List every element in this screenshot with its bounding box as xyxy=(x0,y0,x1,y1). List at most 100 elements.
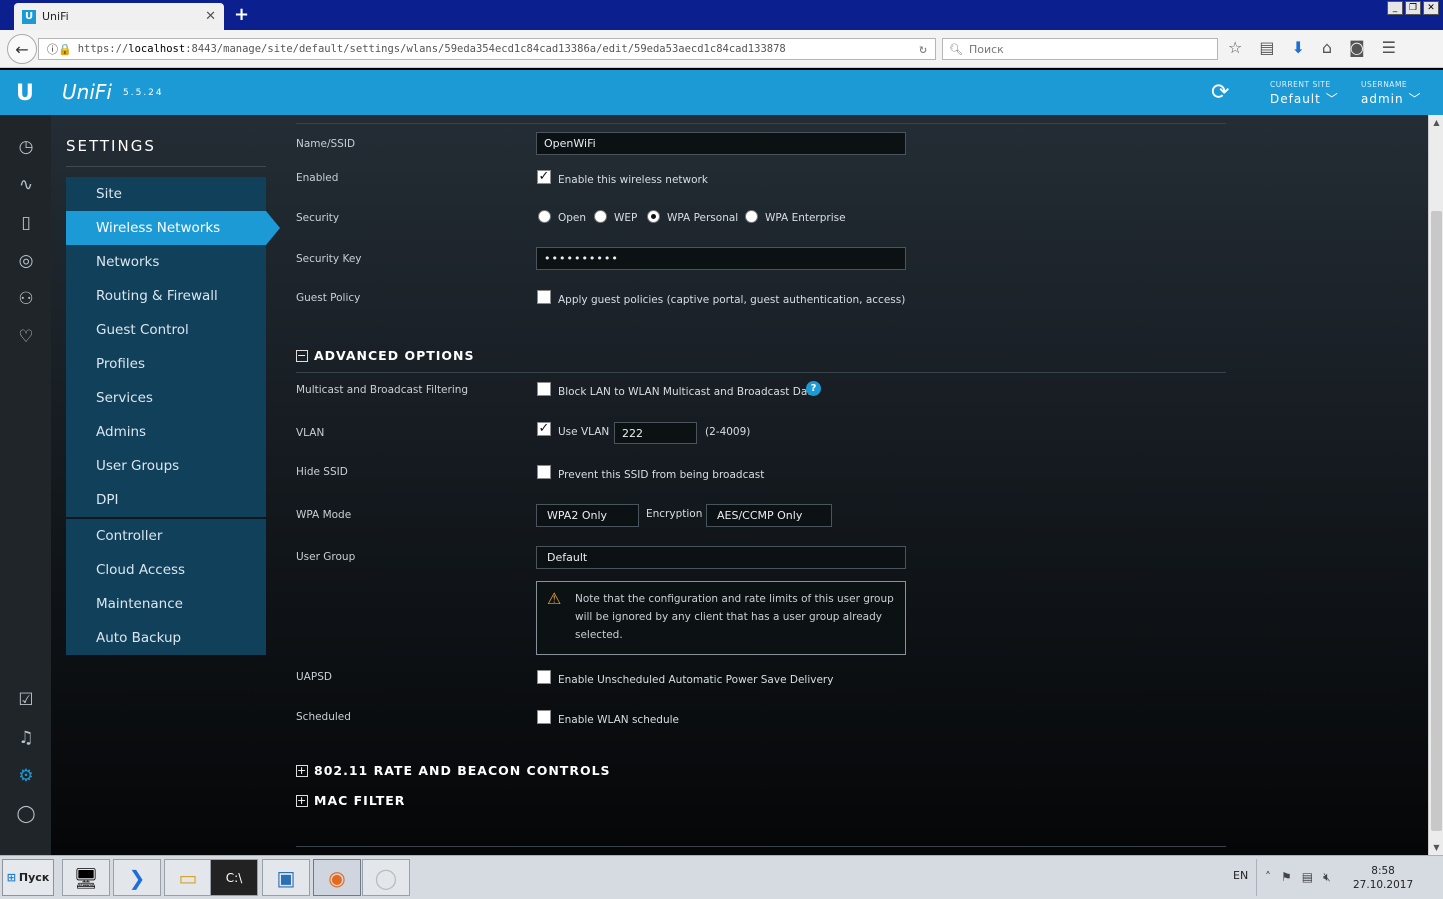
firefox-icon[interactable]: ◉ xyxy=(313,859,361,896)
back-arrow-icon[interactable]: ← xyxy=(7,34,37,64)
guest-policy-checkbox[interactable] xyxy=(537,290,551,304)
sidebar-item-services[interactable]: Services xyxy=(66,381,266,415)
sidebar-item-guest-control[interactable]: Guest Control xyxy=(66,313,266,347)
disc-icon[interactable]: ◯ xyxy=(362,859,410,896)
settings-nav: Site Wireless Networks Networks Routing … xyxy=(66,177,280,655)
powershell-icon[interactable]: ❯ xyxy=(113,859,161,896)
sidebar-item-maintenance[interactable]: Maintenance xyxy=(66,587,266,621)
chevron-down-icon: ﹀ xyxy=(1325,92,1339,106)
windows-taskbar: ⊞ Пуск 🖥︎ ❯ ▭ C:\ ▣ ◉ ◯ EN ˄ ⚑ ▤ 🔇︎ 8:58… xyxy=(0,855,1443,899)
warning-triangle-icon: ⚠ xyxy=(547,589,562,608)
username-selector[interactable]: USERNAME admin ﹀ xyxy=(1361,80,1421,107)
bookmark-star-icon[interactable]: ☆ xyxy=(1228,38,1242,57)
expand-plus-icon: + xyxy=(296,793,308,807)
restore-icon[interactable]: ❐ xyxy=(1405,1,1421,15)
enabled-label: Enabled xyxy=(296,172,339,184)
menu-hamburger-icon[interactable]: ☰ xyxy=(1382,38,1396,57)
sidebar-item-admins[interactable]: Admins xyxy=(66,415,266,449)
sidebar-item-wireless-networks[interactable]: Wireless Networks xyxy=(66,211,280,245)
command-prompt-icon[interactable]: C:\ xyxy=(210,859,258,896)
current-site-selector[interactable]: CURRENT SITE Default ﹀ xyxy=(1270,80,1339,107)
clients-icon[interactable]: ⚇ xyxy=(14,287,38,311)
scroll-up-icon[interactable]: ▲ xyxy=(1429,115,1443,130)
security-radio-wpa-enterprise[interactable] xyxy=(745,210,758,223)
sidebar-item-networks[interactable]: Networks xyxy=(66,245,266,279)
app-body: ◷ ∿ ▯ ◎ ⚇ ♡ ☑ ♫ ⚙ ◯ SETTINGS Site Wirele… xyxy=(0,115,1428,855)
uapsd-checkbox[interactable] xyxy=(537,670,551,684)
vertical-scrollbar[interactable]: ▲ ▼ xyxy=(1428,115,1443,855)
language-indicator[interactable]: EN xyxy=(1233,869,1248,882)
hide-ssid-checkbox[interactable] xyxy=(537,465,551,479)
ubiquiti-logo-icon[interactable]: U xyxy=(16,81,34,106)
sidebar-item-cloud-access[interactable]: Cloud Access xyxy=(66,553,266,587)
user-group-select[interactable]: Default xyxy=(536,546,906,569)
sidebar-item-auto-backup[interactable]: Auto Backup xyxy=(66,621,266,655)
server-manager-icon[interactable]: 🖥︎ xyxy=(62,859,110,896)
enabled-text: Enable this wireless network xyxy=(558,174,708,186)
hide-ssid-text: Prevent this SSID from being broadcast xyxy=(558,469,765,481)
alerts-bell-icon[interactable]: ♫ xyxy=(14,726,38,750)
help-question-icon[interactable]: ? xyxy=(806,381,821,396)
wlan-edit-form: Name/SSID OpenWiFi Enabled ✓ Enable this… xyxy=(296,115,1226,855)
use-vlan-text: Use VLAN xyxy=(558,426,610,438)
insights-bulb-icon[interactable]: ♡ xyxy=(14,325,38,349)
sidebar-item-site[interactable]: Site xyxy=(66,177,266,211)
chat-bubble-icon[interactable]: ◯ xyxy=(14,802,38,826)
wpa-mode-select[interactable]: WPA2 Only xyxy=(536,504,639,527)
reading-list-icon[interactable]: ▤ xyxy=(1259,38,1274,57)
refresh-icon[interactable]: ⟳ xyxy=(1211,80,1229,105)
mac-filter-toggle[interactable]: + MAC FILTER xyxy=(296,793,405,808)
close-tab-icon[interactable]: ✕ xyxy=(205,9,216,24)
current-site-value: Default xyxy=(1270,92,1321,106)
browser-tab[interactable]: U UniFi ✕ xyxy=(14,3,224,30)
scheduled-checkbox[interactable] xyxy=(537,710,551,724)
map-icon[interactable]: ▯ xyxy=(14,211,38,235)
security-radio-wep[interactable] xyxy=(594,210,607,223)
system-tray: ˄ ⚑ ▤ 🔇︎ 8:58 27.10.2017 xyxy=(1256,859,1436,896)
multicast-checkbox[interactable] xyxy=(537,382,551,396)
enabled-checkbox[interactable]: ✓ xyxy=(537,170,551,184)
version-label: 5.5.24 xyxy=(123,88,164,98)
sidebar-item-dpi[interactable]: DPI xyxy=(66,483,266,517)
minimize-icon[interactable]: _ xyxy=(1387,1,1403,15)
start-label: Пуск xyxy=(18,871,50,884)
display-icon[interactable]: ▤ xyxy=(1302,870,1313,885)
events-check-icon[interactable]: ☑ xyxy=(14,688,38,712)
encryption-select[interactable]: AES/CCMP Only xyxy=(706,504,832,527)
security-key-input[interactable]: •••••••••• xyxy=(536,247,906,270)
show-hidden-icons-icon[interactable]: ˄ xyxy=(1265,870,1271,885)
clock[interactable]: 8:58 27.10.2017 xyxy=(1353,864,1413,892)
security-radio-wpa-personal[interactable] xyxy=(647,210,660,223)
close-window-icon[interactable]: ✕ xyxy=(1423,1,1439,15)
ssid-input[interactable]: OpenWiFi xyxy=(536,132,906,155)
statistics-icon[interactable]: ∿ xyxy=(14,173,38,197)
advanced-options-title: ADVANCED OPTIONS xyxy=(314,348,475,363)
info-lock-icon[interactable]: ⓘ🔒 xyxy=(47,41,72,57)
address-bar[interactable]: ⓘ🔒 https://localhost:8443/manage/site/de… xyxy=(38,38,936,60)
advanced-options-toggle[interactable]: − ADVANCED OPTIONS xyxy=(296,348,475,363)
file-explorer-icon[interactable]: ▭ xyxy=(164,859,212,896)
new-tab-icon[interactable]: + xyxy=(234,4,249,25)
settings-gears-icon[interactable]: ⚙ xyxy=(14,764,38,788)
scroll-thumb[interactable] xyxy=(1431,211,1442,831)
security-radio-open[interactable] xyxy=(538,210,551,223)
vlan-checkbox[interactable]: ✓ xyxy=(537,422,551,436)
network-control-icon[interactable]: ▣ xyxy=(262,859,310,896)
sidebar-item-routing-firewall[interactable]: Routing & Firewall xyxy=(66,279,266,313)
volume-muted-icon[interactable]: 🔇︎ xyxy=(1323,870,1331,885)
download-icon[interactable]: ⬇ xyxy=(1291,38,1304,57)
sidebar-item-profiles[interactable]: Profiles xyxy=(66,347,266,381)
scroll-down-icon[interactable]: ▼ xyxy=(1429,840,1443,855)
sidebar-item-controller[interactable]: Controller xyxy=(66,519,266,553)
pocket-icon[interactable]: ◙ xyxy=(1349,38,1365,57)
devices-icon[interactable]: ◎ xyxy=(14,249,38,273)
vlan-id-input[interactable]: 222 xyxy=(614,422,697,444)
action-center-flag-icon[interactable]: ⚑ xyxy=(1281,870,1292,885)
dashboard-icon[interactable]: ◷ xyxy=(14,135,38,159)
sidebar-item-user-groups[interactable]: User Groups xyxy=(66,449,266,483)
home-icon[interactable]: ⌂ xyxy=(1322,38,1332,57)
rate-beacon-toggle[interactable]: + 802.11 RATE AND BEACON CONTROLS xyxy=(296,763,611,778)
start-button[interactable]: ⊞ Пуск xyxy=(2,859,54,896)
reload-icon[interactable]: ↻ xyxy=(919,42,927,57)
search-input[interactable]: 🔍︎ Поиск xyxy=(942,38,1218,60)
